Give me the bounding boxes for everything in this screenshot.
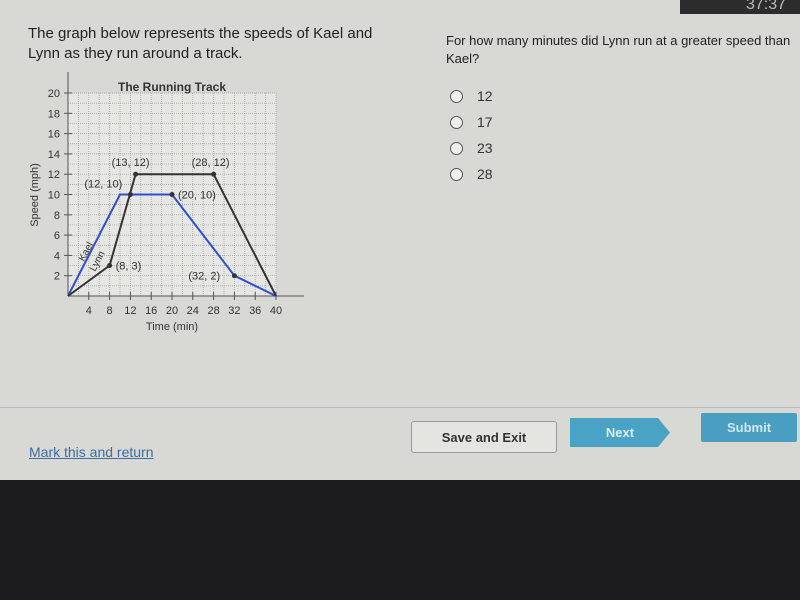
mark-and-return-link[interactable]: Mark this and return: [29, 444, 154, 460]
y-tick-label: 6: [54, 230, 60, 242]
x-tick-label: 12: [124, 305, 136, 317]
y-tick-label: 16: [48, 129, 60, 141]
x-tick-label: 28: [207, 305, 219, 317]
quiz-screen: 37:37 The graph below represents the spe…: [0, 0, 800, 480]
y-tick-label: 4: [54, 250, 60, 262]
y-tick-label: 2: [54, 271, 60, 283]
x-tick-label: 8: [107, 305, 113, 317]
save-and-exit-button[interactable]: Save and Exit: [411, 421, 557, 453]
point-label: (8, 3): [116, 261, 142, 273]
y-tick-label: 12: [48, 169, 60, 181]
x-tick-label: 32: [228, 305, 240, 317]
data-point: [133, 171, 139, 177]
x-tick-label: 16: [145, 305, 157, 317]
submit-button[interactable]: Submit: [701, 413, 797, 442]
data-point: [169, 192, 175, 197]
data-point: [231, 273, 237, 279]
y-tick-label: 18: [48, 108, 60, 120]
x-tick-label: 40: [270, 305, 282, 317]
point-label: (13, 12): [112, 157, 150, 169]
x-tick-label: 36: [249, 305, 261, 317]
y-axis-label: Speed (mph): [29, 163, 41, 227]
next-button[interactable]: Next: [570, 418, 670, 447]
divider: [0, 407, 800, 408]
point-label: (32, 2): [188, 271, 220, 283]
y-tick-label: 10: [48, 190, 60, 202]
data-point: [127, 192, 133, 197]
data-point: [107, 263, 113, 269]
y-tick-label: 14: [48, 149, 60, 161]
x-axis-label: Time (min): [146, 321, 198, 333]
point-label: (28, 12): [192, 157, 230, 169]
y-tick-label: 20: [48, 88, 60, 100]
x-tick-label: 24: [187, 305, 199, 317]
x-tick-label: 4: [86, 305, 92, 317]
running-track-chart: 4 8 12 16 20 24 28 32 36 402468101214161820 The R…: [29, 72, 304, 333]
x-tick-label: 20: [166, 305, 178, 317]
point-label: (20, 10): [178, 190, 216, 202]
y-tick-label: 8: [54, 210, 60, 222]
point-label: (12, 10): [84, 179, 122, 191]
data-point: [211, 171, 217, 177]
chart-title: The Running Track: [118, 80, 226, 94]
